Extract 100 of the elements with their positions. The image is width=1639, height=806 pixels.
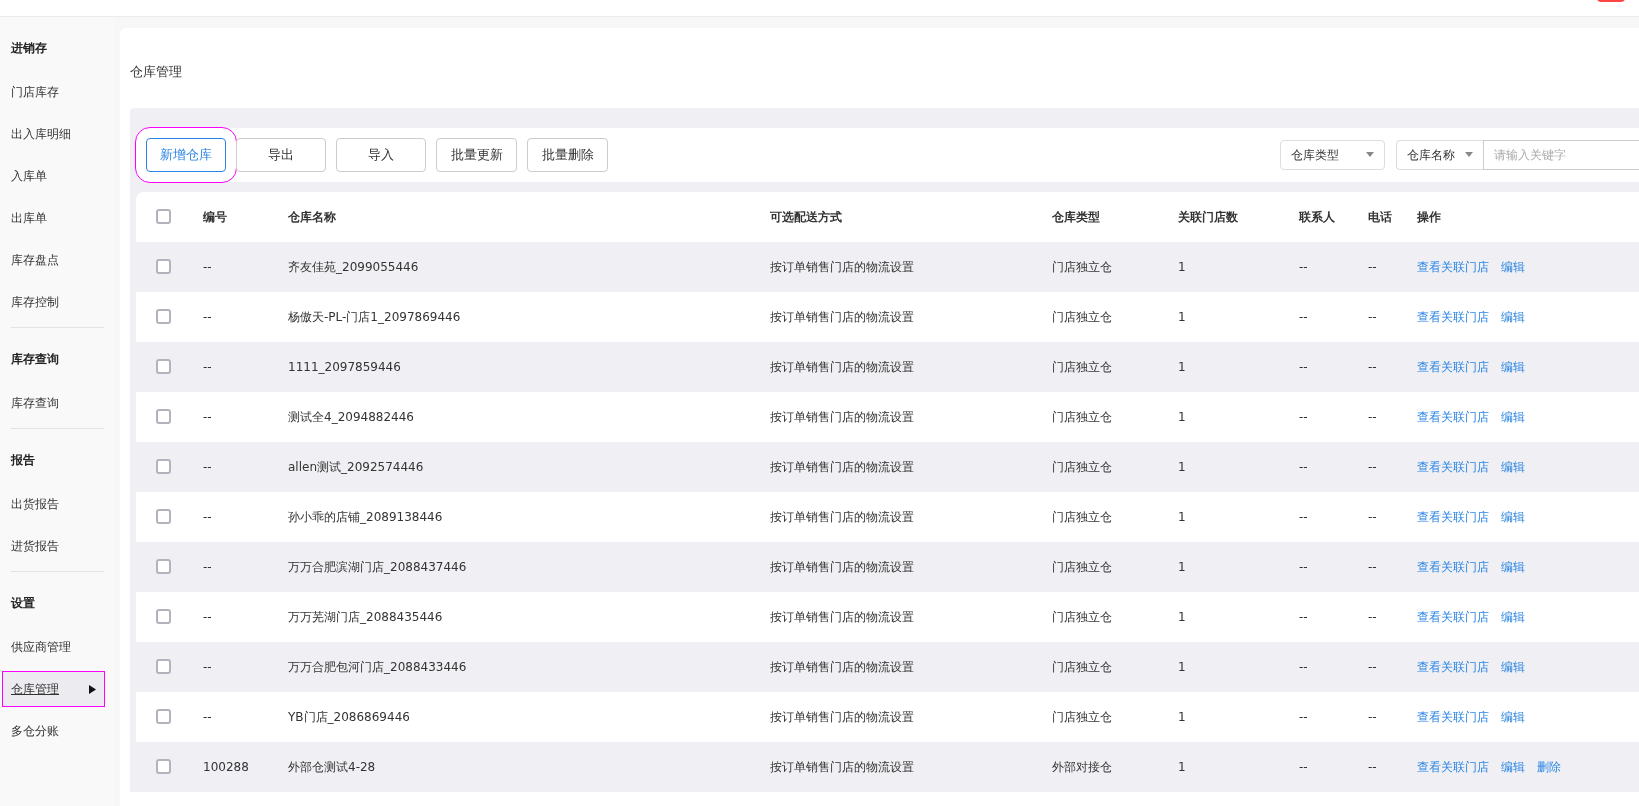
column-header: 仓库类型 [1052,208,1101,226]
toolbar-button[interactable]: 导入 [336,137,426,172]
field-dropdown[interactable]: 仓库名称 [1396,139,1483,170]
table-cell: 万万芜湖门店_2088435446 [288,609,443,624]
table-cell: -- [203,359,212,374]
table-cell: -- [1299,409,1308,424]
checkbox[interactable] [156,509,171,524]
table-cell: -- [203,559,212,574]
table-cell: -- [1299,459,1308,474]
table-cell: 1 [1178,359,1186,374]
action-link[interactable]: 查看关联门店 [1417,507,1489,526]
table-cell: 100288 [203,759,249,774]
action-link[interactable]: 编辑 [1501,607,1525,626]
action-link[interactable]: 编辑 [1501,307,1525,326]
action-link[interactable]: 查看关联门店 [1417,557,1489,576]
table-cell: 孙小乖的店铺_2089138446 [288,509,443,524]
action-link[interactable]: 查看关联门店 [1417,607,1489,626]
action-link[interactable]: 查看关联门店 [1417,307,1489,326]
checkbox[interactable] [156,609,171,624]
column-header: 编号 [203,208,228,226]
checkbox[interactable] [156,309,171,324]
table-cell: 按订单销售门店的物流设置 [770,609,914,624]
action-link[interactable]: 查看关联门店 [1417,257,1489,276]
table-cell: -- [203,309,212,324]
action-link[interactable]: 编辑 [1501,507,1525,526]
sidebar-item[interactable]: 进货报告 [3,529,104,563]
triangle-right-icon [89,684,96,694]
sidebar-section-title: 库存查询 [10,351,60,368]
checkbox[interactable] [156,359,171,374]
caret-icon [1366,152,1374,157]
checkbox[interactable] [156,259,171,274]
table-cell: 1 [1178,459,1186,474]
table-cell: -- [1299,609,1308,624]
table-cell: 1 [1178,609,1186,624]
sidebar-item[interactable]: 出库单 [3,201,104,235]
table-cell: 门店独立仓 [1052,509,1112,524]
toolbar-button[interactable]: 新增仓库 [146,137,226,172]
column-header: 可选配送方式 [770,208,843,226]
table-cell: 1 [1178,709,1186,724]
sidebar-item[interactable]: 门店库存 [3,75,104,109]
table-cell: 按订单销售门店的物流设置 [770,659,914,674]
sidebar-item[interactable]: 库存盘点 [3,243,104,277]
toolbar-button[interactable]: 批量更新 [436,137,517,172]
table-cell: -- [1368,459,1377,474]
checkbox[interactable] [156,409,171,424]
table-cell: 1 [1178,309,1186,324]
action-link[interactable]: 编辑 [1501,757,1525,776]
action-link[interactable]: 编辑 [1501,457,1525,476]
table-cell: 按订单销售门店的物流设置 [770,359,914,374]
checkbox[interactable] [156,659,171,674]
action-link[interactable]: 查看关联门店 [1417,707,1489,726]
action-link[interactable]: 编辑 [1501,257,1525,276]
table-cell: 按订单销售门店的物流设置 [770,709,914,724]
action-link[interactable]: 查看关联门店 [1417,407,1489,426]
sidebar-item[interactable]: 多仓分账 [3,714,104,748]
sidebar-item[interactable]: 出货报告 [3,487,104,521]
toolbar-button[interactable]: 批量删除 [527,137,608,172]
sidebar-item[interactable]: 库存查询 [3,386,104,420]
column-header: 操作 [1417,208,1442,226]
table-cell: 门店独立仓 [1052,359,1112,374]
table-cell: 1 [1178,659,1186,674]
sidebar-section-title: 报告 [10,452,36,469]
table-cell: -- [1299,309,1308,324]
table-cell: 1 [1178,559,1186,574]
action-link[interactable]: 编辑 [1501,407,1525,426]
table-cell: 万万合肥包河门店_2088433446 [288,659,467,674]
type-dropdown[interactable]: 仓库类型 [1280,139,1385,170]
column-header: 联系人 [1299,208,1336,226]
table-cell: 门店独立仓 [1052,259,1112,274]
sidebar-item[interactable]: 出入库明细 [3,117,104,151]
action-link[interactable]: 查看关联门店 [1417,457,1489,476]
sidebar-item[interactable]: 仓库管理 [3,672,104,706]
table-cell: 外部仓测试4-28 [288,759,376,774]
action-link[interactable]: 编辑 [1501,357,1525,376]
table-cell: 门店独立仓 [1052,459,1112,474]
action-link[interactable]: 查看关联门店 [1417,757,1489,776]
action-link[interactable]: 编辑 [1501,557,1525,576]
checkbox[interactable] [156,709,171,724]
table-cell: -- [1299,509,1308,524]
table-cell: 按订单销售门店的物流设置 [770,759,914,774]
checkbox[interactable] [156,759,171,774]
action-link[interactable]: 删除 [1537,757,1561,776]
action-link[interactable]: 编辑 [1501,707,1525,726]
action-link[interactable]: 查看关联门店 [1417,357,1489,376]
table-cell: 1 [1178,409,1186,424]
sidebar-item[interactable]: 入库单 [3,159,104,193]
action-link[interactable]: 查看关联门店 [1417,657,1489,676]
checkbox[interactable] [156,559,171,574]
sidebar-item[interactable]: 库存控制 [3,285,104,319]
action-link[interactable]: 编辑 [1501,657,1525,676]
checkbox[interactable] [156,459,171,474]
table-cell: 门店独立仓 [1052,309,1112,324]
table-cell: 杨傲天-PL-门店1_2097869446 [288,309,461,324]
search-field[interactable]: 请输入关键字 [1483,139,1639,170]
caret-icon [1465,152,1473,157]
sidebar-item[interactable]: 供应商管理 [3,630,104,664]
toolbar-button[interactable]: 导出 [236,137,326,172]
checkbox[interactable] [156,209,171,224]
table-cell: 按订单销售门店的物流设置 [770,559,914,574]
table-cell: 门店独立仓 [1052,559,1112,574]
